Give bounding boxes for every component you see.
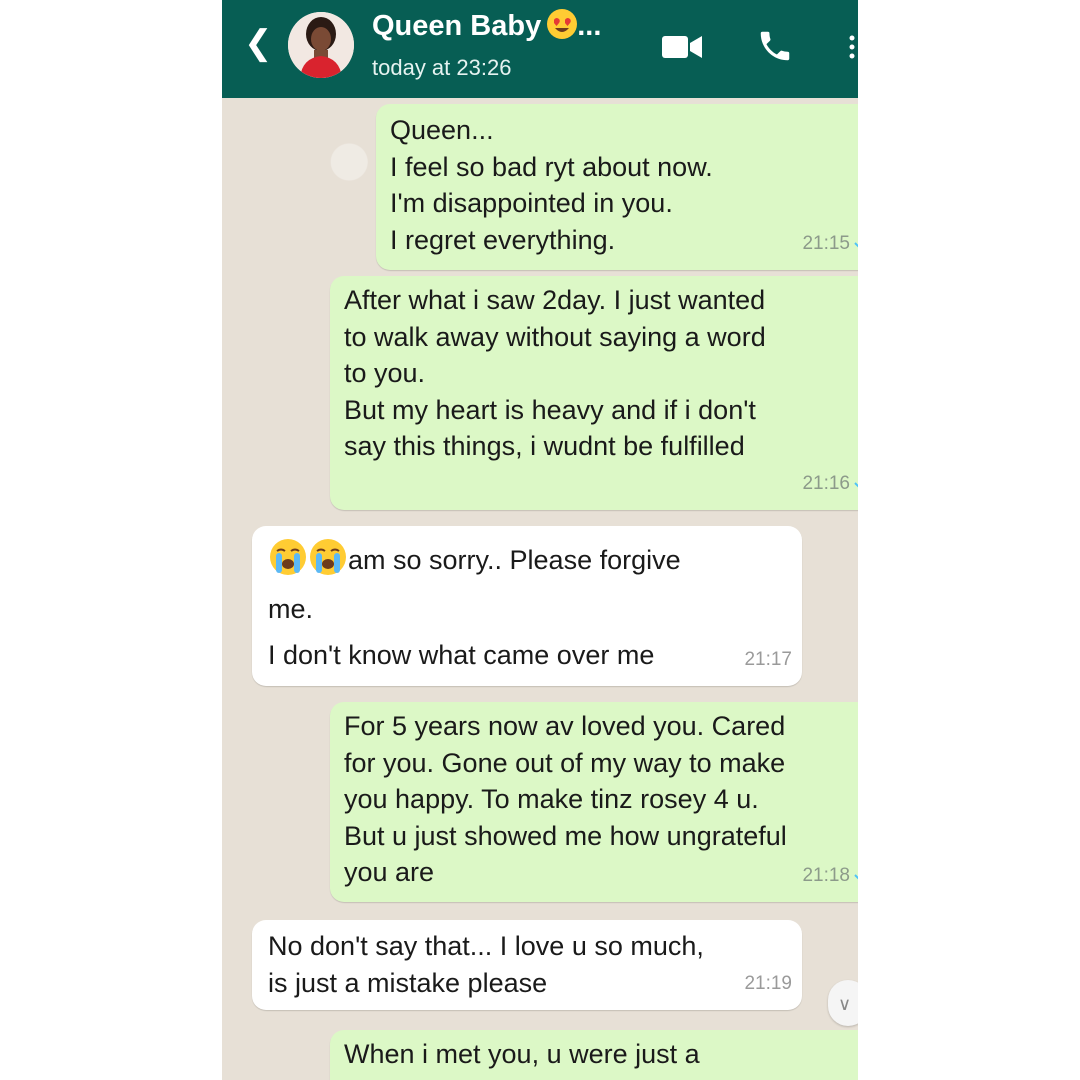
message-meta: 21:15 <box>802 226 858 263</box>
loudly-crying-face-emoji-icon <box>268 537 308 577</box>
message-bubble-outgoing[interactable]: Queen... I feel so bad ryt about now. I'… <box>376 104 858 270</box>
voice-call-icon[interactable] <box>756 27 794 65</box>
message-meta: 21:19 <box>744 966 792 1003</box>
message-bubble-outgoing[interactable]: For 5 years now av loved you. Cared for … <box>330 702 858 902</box>
message-first-line: am so sorry.. Please forgive <box>268 538 802 586</box>
message-text: For 5 years now av loved you. Cared for … <box>344 711 787 887</box>
message-text: When i met you, u were just a <box>344 1039 700 1069</box>
message-text: me. I don't know what came over me <box>268 594 655 670</box>
message-text: No don't say that... I love u so much, i… <box>268 931 704 998</box>
message-time: 21:16 <box>802 472 850 494</box>
message-meta: 21:17 <box>744 642 792 679</box>
avatar[interactable] <box>288 12 354 78</box>
message-text-first: am so sorry.. Please forgive <box>348 544 681 575</box>
message-bubble-outgoing[interactable]: When i met you, u were just a <box>330 1030 858 1080</box>
contact-name-text: Queen Baby <box>372 10 542 42</box>
message-bubble-incoming[interactable]: No don't say that... I love u so much, i… <box>252 920 802 1010</box>
scroll-to-bottom-button[interactable]: ∨ <box>828 980 858 1026</box>
read-ticks-icon <box>854 242 858 248</box>
chevron-down-icon: ∨ <box>838 994 852 1014</box>
read-ticks-icon <box>854 874 858 880</box>
read-ticks-icon <box>854 482 858 488</box>
message-bubble-incoming[interactable]: am so sorry.. Please forgive me. I don't… <box>252 526 802 686</box>
contact-name-ellipsis: ... <box>577 10 602 42</box>
loudly-crying-face-emoji-icon <box>308 537 348 577</box>
more-options-icon[interactable] <box>846 32 858 62</box>
message-bubble-outgoing[interactable]: After what i saw 2day. I just wanted to … <box>330 276 858 510</box>
message-text: After what i saw 2day. I just wanted to … <box>344 285 766 461</box>
message-time: 21:18 <box>802 864 850 886</box>
video-call-icon[interactable] <box>662 33 702 61</box>
message-meta: 21:18 <box>802 858 858 895</box>
contact-name[interactable]: Queen Baby ... <box>372 9 602 43</box>
last-seen: today at 23:26 <box>372 55 512 80</box>
message-time: 21:17 <box>744 648 792 670</box>
heart-eyes-emoji-icon <box>547 9 578 40</box>
message-time: 21:15 <box>802 232 850 254</box>
chevron-left-icon[interactable]: ❮ <box>244 26 273 60</box>
message-text: Queen... I feel so bad ryt about now. I'… <box>390 115 713 255</box>
message-meta: 21:16 <box>802 466 858 503</box>
chat-screen: ❮ Queen Baby ... today at 23:26 Queen...… <box>222 0 858 1080</box>
message-time: 21:19 <box>744 972 792 994</box>
chat-header: ❮ Queen Baby ... today at 23:26 <box>222 0 858 98</box>
